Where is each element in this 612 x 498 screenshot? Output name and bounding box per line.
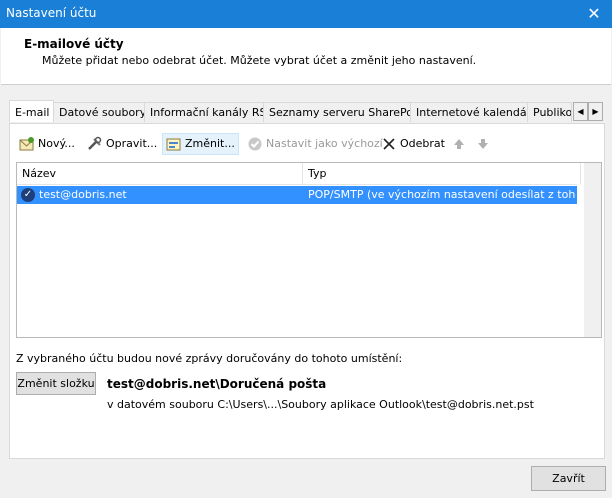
new-mail-icon: [19, 137, 34, 151]
arrow-up-icon: [454, 139, 464, 149]
delivery-label: Z vybraného účtu budou nové zprávy doruč…: [16, 352, 403, 365]
default-account-check-icon: ✓: [21, 188, 35, 202]
arrow-down-icon: [478, 139, 488, 149]
set-default-label: Nastavit jako výchozí: [266, 137, 383, 150]
repair-label: Opravit...: [106, 137, 158, 150]
close-window-button[interactable]: ✕: [576, 0, 612, 28]
set-default-button[interactable]: Nastavit jako výchozí: [244, 133, 386, 155]
account-name: test@dobris.net: [39, 188, 127, 201]
header-title: E-mailové účty: [24, 37, 124, 51]
delivery-folder: test@dobris.net\Doručená pošta: [107, 377, 327, 391]
column-header-type[interactable]: Typ: [303, 163, 581, 184]
change-account-button[interactable]: Změnit...: [162, 133, 239, 155]
tab-email[interactable]: E-mail: [9, 100, 54, 122]
remove-account-label: Odebrat: [400, 137, 445, 150]
tab-rss-feeds[interactable]: Informační kanály RSS: [144, 102, 273, 122]
close-button[interactable]: Zavřít: [531, 466, 606, 491]
new-account-label: Nový...: [38, 137, 75, 150]
check-circle-icon: [248, 137, 262, 151]
tab-scroll-left-icon[interactable]: ◀: [573, 102, 588, 121]
account-row[interactable]: ✓ test@dobris.net POP/SMTP (ve výchozím …: [17, 186, 577, 204]
new-account-button[interactable]: Nový...: [16, 133, 78, 155]
account-list[interactable]: Název Typ ✓ test@dobris.net POP/SMTP (ve…: [16, 162, 602, 338]
dialog-header: E-mailové účty Můžete přidat nebo odebra…: [1, 28, 611, 85]
tab-data-files[interactable]: Datové soubory: [53, 102, 146, 122]
delete-x-icon: [383, 138, 395, 150]
account-toolbar: Nový... Opravit... Změnit... Nastavit ja…: [16, 133, 576, 157]
tab-published-calendars[interactable]: Publiko: [527, 102, 572, 122]
tools-icon: [88, 136, 102, 150]
delivery-data-file-path: v datovém souboru C:\Users\...\Soubory a…: [107, 398, 534, 411]
tab-scroll-right-icon[interactable]: ▶: [588, 102, 603, 121]
header-subtitle: Můžete přidat nebo odebrat účet. Můžete …: [42, 54, 477, 67]
tab-internet-calendars[interactable]: Internetové kalendáře: [410, 102, 538, 122]
account-type: POP/SMTP (ve výchozím nastavení odesílat…: [308, 188, 576, 201]
edit-account-icon: [166, 138, 181, 151]
account-list-header: Název Typ: [17, 163, 581, 185]
account-list-scrollbar[interactable]: [584, 163, 601, 337]
change-account-label: Změnit...: [185, 137, 235, 150]
remove-account-button[interactable]: Odebrat: [378, 133, 448, 155]
change-folder-button[interactable]: Změnit složku: [16, 372, 96, 395]
window-title: Nastavení účtu: [6, 6, 97, 20]
tab-strip: E-mail Datové soubory Informační kanály …: [9, 100, 605, 123]
tab-sharepoint-lists[interactable]: Seznamy serveru SharePoint: [263, 102, 427, 122]
email-tab-panel: Nový... Opravit... Změnit... Nastavit ja…: [9, 123, 605, 459]
column-header-name[interactable]: Název: [17, 163, 303, 184]
repair-button[interactable]: Opravit...: [84, 133, 160, 155]
move-down-button[interactable]: [472, 133, 494, 155]
move-up-button[interactable]: [448, 133, 470, 155]
title-bar: Nastavení účtu ✕: [0, 0, 612, 28]
